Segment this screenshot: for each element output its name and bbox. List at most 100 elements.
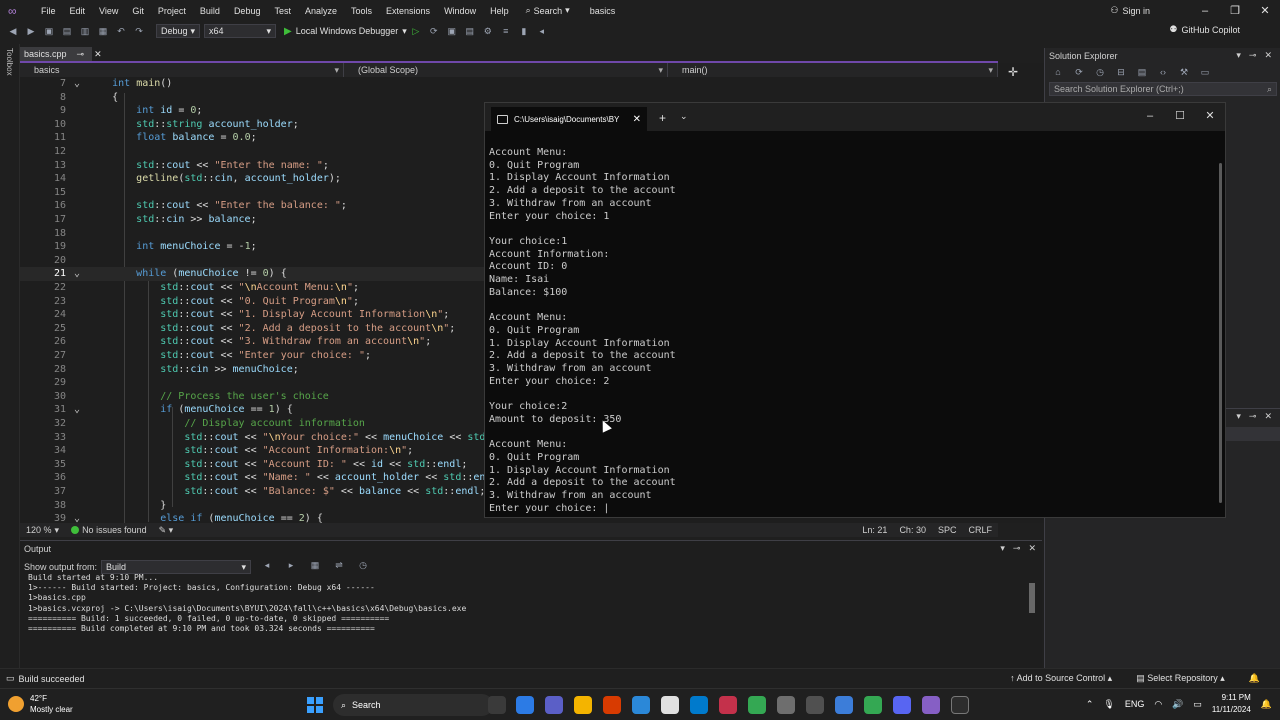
next-message-icon[interactable]: ▸ [284, 559, 298, 571]
new-project-icon[interactable]: ▣ [42, 25, 56, 37]
layout-icon[interactable]: ▤ [463, 25, 477, 37]
comment-icon[interactable]: ≡ [499, 25, 513, 37]
chrome-icon[interactable] [864, 696, 882, 714]
menu-search[interactable]: ⌕ Search ▾ [526, 5, 570, 16]
minimize-button[interactable]: – [1190, 5, 1220, 17]
menu-git[interactable]: Git [125, 6, 151, 16]
menu-build[interactable]: Build [193, 6, 227, 16]
start-without-debugging-icon[interactable]: ▷ [409, 25, 423, 37]
discord-icon[interactable] [893, 696, 911, 714]
browser-icon[interactable] [661, 696, 679, 714]
bookmark-prev-icon[interactable]: ◂ [535, 25, 549, 37]
terminal-scrollbar[interactable] [1219, 163, 1222, 503]
vscode-icon[interactable] [690, 696, 708, 714]
zoom-level[interactable]: 120 % ▾ [20, 525, 65, 536]
pin-icon[interactable]: ⊸ [77, 49, 85, 60]
member-dropdown[interactable]: main() ▾ [668, 63, 998, 77]
app-icon[interactable] [806, 696, 824, 714]
app-icon[interactable] [719, 696, 737, 714]
chevron-down-icon[interactable]: ⌄ [680, 111, 688, 122]
output-text[interactable]: Build started at 9:10 PM... 1>------ Buil… [28, 573, 1018, 634]
tab-basics-cpp[interactable]: basics.cpp ⊸ ✕ [20, 47, 102, 61]
fold-toggle-icon[interactable]: ⌄ [66, 512, 88, 523]
close-icon[interactable]: ✕ [1264, 50, 1272, 61]
office-icon[interactable] [603, 696, 621, 714]
chrome-icon[interactable] [748, 696, 766, 714]
app-icon[interactable] [835, 696, 853, 714]
forward-icon[interactable]: ▶ [24, 25, 38, 37]
toolbox-strip[interactable]: Toolbox [0, 44, 20, 668]
collapse-icon[interactable]: ⊟ [1114, 66, 1128, 78]
close-icon[interactable]: ✕ [633, 114, 641, 125]
menu-project[interactable]: Project [151, 6, 193, 16]
dropdown-icon[interactable]: ▾ [1236, 411, 1241, 422]
task-view-icon[interactable] [488, 696, 506, 714]
terminal-output[interactable]: Account Menu: 0. Quit Program 1. Display A… [489, 147, 1209, 515]
terminal-tab[interactable]: C:\Users\isaig\Documents\BY ✕ [491, 107, 647, 131]
configuration-select[interactable]: Debug ▾ [156, 24, 200, 38]
menu-window[interactable]: Window [437, 6, 483, 16]
menu-extensions[interactable]: Extensions [379, 6, 437, 16]
fold-toggle-icon[interactable]: ⌄ [66, 403, 88, 417]
line-ending[interactable]: CRLF [962, 525, 998, 535]
battery-icon[interactable]: ▭ [1193, 699, 1202, 710]
timestamps-icon[interactable]: ◷ [356, 559, 370, 571]
volume-icon[interactable]: 🔊 [1172, 699, 1183, 710]
close-button[interactable]: ✕ [1250, 4, 1280, 17]
column-number[interactable]: Ch: 30 [893, 525, 932, 535]
language-indicator[interactable]: ENG [1125, 699, 1145, 709]
fold-toggle-icon[interactable]: ⌄ [66, 267, 88, 281]
menu-test[interactable]: Test [267, 6, 298, 16]
split-editor-icon[interactable]: ✛ [1008, 65, 1018, 79]
show-all-files-icon[interactable]: ▤ [1135, 66, 1149, 78]
app-icon[interactable] [777, 696, 795, 714]
run-debugger-button[interactable]: ▶ Local Windows Debugger ▾ [284, 26, 407, 37]
pin-icon[interactable]: ⊸ [1249, 411, 1257, 422]
back-icon[interactable]: ◀ [6, 25, 20, 37]
output-source-select[interactable]: Build ▾ [101, 560, 252, 574]
notifications-icon[interactable]: 🔔 [1249, 673, 1260, 684]
menu-help[interactable]: Help [483, 6, 516, 16]
code-line[interactable]: 7 ⌄ int main() [20, 77, 998, 91]
browse-icon[interactable]: ▣ [445, 25, 459, 37]
scrollbar-thumb[interactable] [1029, 583, 1035, 613]
code-cleanup-icon[interactable]: ✎ ▾ [153, 525, 180, 536]
solution-explorer-search[interactable]: Search Solution Explorer (Ctrl+;) ⌕ [1049, 82, 1277, 96]
select-repository-button[interactable]: ▤ Select Repository ▴ [1136, 673, 1225, 684]
menu-edit[interactable]: Edit [63, 6, 93, 16]
home-icon[interactable]: ⌂ [1051, 66, 1065, 78]
maximize-button[interactable]: ☐ [1165, 105, 1195, 127]
visual-studio-icon[interactable] [922, 696, 940, 714]
bookmark-icon[interactable]: ▮ [517, 25, 531, 37]
add-source-control-button[interactable]: ↑ Add to Source Control ▴ [1010, 673, 1112, 684]
word-wrap-icon[interactable]: ⇌ [332, 559, 346, 571]
save-icon[interactable]: ▥ [78, 25, 92, 37]
pin-icon[interactable]: ⊸ [1249, 50, 1257, 61]
close-icon[interactable]: ✕ [1264, 411, 1272, 422]
notifications-icon[interactable]: 🔔 [1261, 699, 1272, 710]
fold-toggle-icon[interactable]: ⌄ [66, 77, 88, 91]
close-button[interactable]: ✕ [1195, 105, 1225, 127]
clock[interactable]: 9:11 PM 11/11/2024 [1212, 692, 1251, 716]
store-icon[interactable] [632, 696, 650, 714]
copilot-app-icon[interactable] [516, 696, 534, 714]
whitespace-mode[interactable]: SPC [932, 525, 963, 535]
teams-icon[interactable] [545, 696, 563, 714]
issues-indicator[interactable]: No issues found [65, 525, 153, 535]
line-number[interactable]: Ln: 21 [856, 525, 893, 535]
redo-icon[interactable]: ↷ [132, 25, 146, 37]
history-icon[interactable]: ◷ [1093, 66, 1107, 78]
close-icon[interactable]: ✕ [1028, 543, 1036, 554]
maximize-button[interactable]: ❐ [1220, 4, 1250, 17]
prev-message-icon[interactable]: ◂ [260, 559, 274, 571]
windows-start-icon[interactable] [307, 697, 323, 713]
terminal-app-icon[interactable] [951, 696, 969, 714]
scope-dropdown[interactable]: (Global Scope) ▾ [344, 63, 668, 77]
menu-file[interactable]: File [34, 6, 63, 16]
clear-all-icon[interactable]: ▦ [308, 559, 322, 571]
preview-icon[interactable]: ▭ [1198, 66, 1212, 78]
menu-debug[interactable]: Debug [227, 6, 268, 16]
properties-icon[interactable]: ⚒ [1177, 66, 1191, 78]
menu-tools[interactable]: Tools [344, 6, 379, 16]
copilot-button[interactable]: ⚉ GitHub Copilot [1169, 24, 1240, 35]
